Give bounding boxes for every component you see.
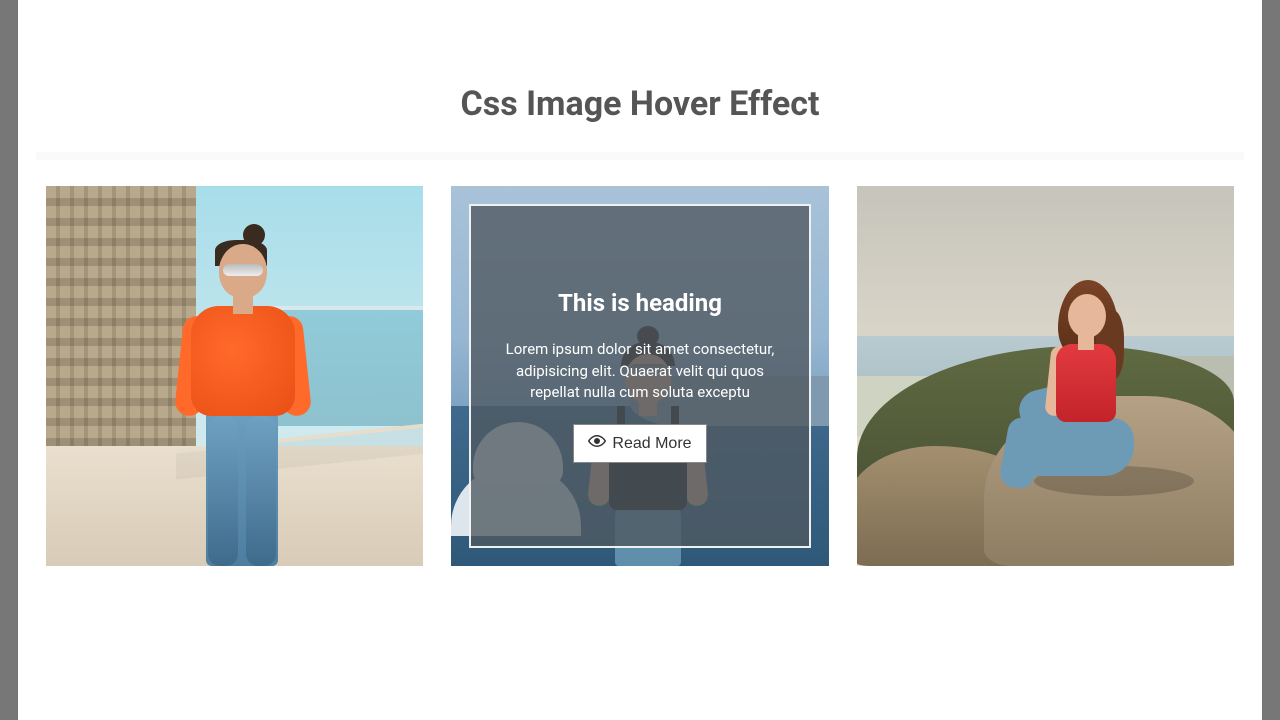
image-card-2[interactable]: This is heading Lorem ipsum dolor sit am… — [451, 186, 828, 566]
page-title: Css Image Hover Effect — [42, 84, 1238, 124]
read-more-label: Read More — [612, 435, 691, 453]
overlay-heading: This is heading — [558, 289, 722, 317]
image-card-3[interactable] — [857, 186, 1234, 566]
read-more-button[interactable]: Read More — [573, 424, 706, 463]
card-row: This is heading Lorem ipsum dolor sit am… — [42, 186, 1238, 566]
hover-overlay: This is heading Lorem ipsum dolor sit am… — [469, 204, 810, 548]
overlay-body: Lorem ipsum dolor sit amet consectetur, … — [489, 339, 790, 404]
eye-icon — [588, 432, 606, 455]
image-card-1[interactable] — [46, 186, 423, 566]
page-frame: Css Image Hover Effect — [18, 0, 1262, 720]
divider — [36, 152, 1244, 160]
